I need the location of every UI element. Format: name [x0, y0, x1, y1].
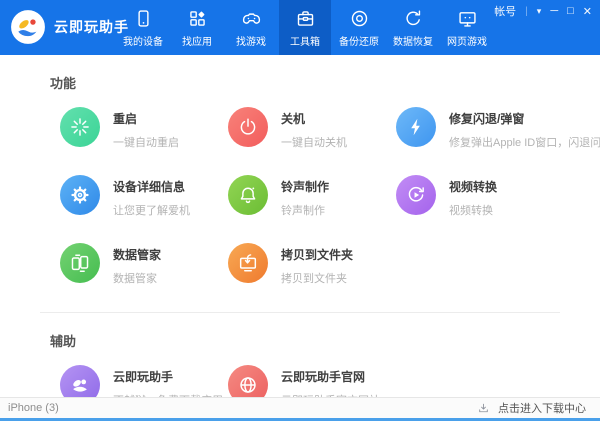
tool-title: 视频转换	[449, 180, 498, 194]
tab-label: 我的设备	[123, 36, 163, 48]
bell-icon	[228, 175, 268, 215]
recover-icon	[403, 8, 424, 29]
video-icon	[396, 175, 436, 215]
tool-title: 重启	[113, 112, 138, 126]
data-icon	[60, 243, 100, 283]
tab-label: 网页游戏	[447, 36, 487, 48]
close-button[interactable]: ✕	[583, 5, 592, 18]
tab-toolbox[interactable]: 工具箱	[279, 0, 331, 55]
restart-icon	[60, 107, 100, 147]
tool-subtitle: 视频转换	[449, 205, 493, 217]
tab-find-games[interactable]: 找游戏	[225, 0, 277, 55]
tab-label: 找应用	[182, 36, 212, 48]
tool-title: 修复闪退/弹窗	[449, 112, 525, 126]
app-logo-icon	[10, 9, 46, 45]
tool-title: 拷贝到文件夹	[281, 248, 354, 262]
tool-subtitle: 让您更了解爱机	[113, 205, 190, 217]
section: 功能 重启 一键自动重启 关机 一键自动关机 修复闪退/弹窗 修复弹出Apple…	[0, 73, 600, 286]
toolbox-icon	[295, 8, 316, 29]
download-icon	[477, 402, 490, 415]
download-center-button[interactable]: 点击进入下载中心	[477, 400, 586, 416]
tool-subtitle: 拷贝到文件夹	[281, 273, 347, 285]
tool-item-assistant[interactable]: 云即玩助手 不越狱，免费下载应用	[60, 365, 228, 397]
status-bar: iPhone (3) 点击进入下载中心	[0, 397, 600, 418]
sections: 功能 重启 一键自动重启 关机 一键自动关机 修复闪退/弹窗 修复弹出Apple…	[0, 73, 600, 397]
tool-subtitle: 数据管家	[113, 273, 157, 285]
dropdown-caret-icon[interactable]: ▾	[537, 6, 542, 17]
tool-subtitle: 修复弹出Apple ID窗口，闪退问题	[449, 137, 600, 149]
tool-title: 云即玩助手	[113, 370, 174, 384]
gamepad-icon	[241, 8, 262, 29]
tool-title: 云即玩助手官网	[281, 370, 366, 384]
tab-my-devices[interactable]: 我的设备	[117, 0, 169, 55]
tool-item-official-site[interactable]: 云即玩助手官网 云即玩助手官方网站	[228, 365, 396, 397]
copy-icon	[228, 243, 268, 283]
tool-subtitle: 一键自动关机	[281, 137, 347, 149]
tool-subtitle: 铃声制作	[281, 205, 325, 217]
tool-item-video-convert[interactable]: 视频转换 视频转换	[396, 175, 564, 218]
tab-label: 备份还原	[339, 36, 379, 48]
device-label: iPhone (3)	[8, 402, 59, 414]
tool-subtitle: 一键自动重启	[113, 137, 179, 149]
tool-item-copy-to-folder[interactable]: 拷贝到文件夹 拷贝到文件夹	[228, 243, 396, 286]
minimize-button[interactable]: ─	[550, 5, 558, 17]
lightning-icon	[396, 107, 436, 147]
phone-icon	[133, 8, 154, 29]
tool-item-fix-crash-popup[interactable]: 修复闪退/弹窗 修复弹出Apple ID窗口，闪退问题	[396, 107, 600, 150]
download-label: 点击进入下载中心	[498, 403, 586, 415]
tab-backup-restore[interactable]: 备份还原	[333, 0, 385, 55]
section-grid: 云即玩助手 不越狱，免费下载应用 云即玩助手官网 云即玩助手官方网站	[60, 365, 600, 397]
apps-icon	[187, 8, 208, 29]
window-controls: 帐号 | ▾ ─ □ ✕	[494, 3, 592, 19]
nav-tabs: 我的设备 找应用 找游戏 工具箱 备份还原 数据恢复 网页游戏	[117, 0, 493, 55]
tool-item-data-manager[interactable]: 数据管家 数据管家	[60, 243, 228, 286]
tool-title: 铃声制作	[281, 180, 330, 194]
assistant-icon	[60, 365, 100, 397]
section-title: 功能	[50, 76, 77, 91]
tool-item-shutdown[interactable]: 关机 一键自动关机	[228, 107, 396, 150]
controls-separator: |	[525, 5, 528, 17]
main-content: 功能 重启 一键自动重启 关机 一键自动关机 修复闪退/弹窗 修复弹出Apple…	[0, 55, 600, 397]
section-divider	[40, 312, 560, 313]
maximize-button[interactable]: □	[567, 5, 574, 17]
app-window: 云即玩助手 我的设备 找应用 找游戏 工具箱 备份还原 数据恢复 网页游戏 帐号…	[0, 0, 600, 421]
tab-data-recovery[interactable]: 数据恢复	[387, 0, 439, 55]
account-button[interactable]: 帐号	[494, 3, 516, 19]
tool-title: 设备详细信息	[113, 180, 186, 194]
tool-item-device-info[interactable]: 设备详细信息 让您更了解爱机	[60, 175, 228, 218]
header: 云即玩助手 我的设备 找应用 找游戏 工具箱 备份还原 数据恢复 网页游戏 帐号…	[0, 0, 600, 55]
section-grid: 重启 一键自动重启 关机 一键自动关机 修复闪退/弹窗 修复弹出Apple ID…	[60, 107, 600, 286]
tab-label: 工具箱	[290, 36, 320, 48]
tool-title: 关机	[281, 112, 306, 126]
tool-title: 数据管家	[113, 248, 162, 262]
globe-icon	[228, 365, 268, 397]
tool-item-ringtone-maker[interactable]: 铃声制作 铃声制作	[228, 175, 396, 218]
tool-item-restart[interactable]: 重启 一键自动重启	[60, 107, 228, 150]
tab-label: 数据恢复	[393, 36, 433, 48]
brand: 云即玩助手	[10, 9, 129, 45]
gear-icon	[60, 175, 100, 215]
webgame-icon	[457, 8, 478, 29]
power-icon	[228, 107, 268, 147]
section: 辅助 云即玩助手 不越狱，免费下载应用 云即玩助手官网 云即玩助手官方网站	[0, 331, 600, 397]
tab-web-games[interactable]: 网页游戏	[441, 0, 493, 55]
backup-icon	[349, 8, 370, 29]
section-title: 辅助	[50, 334, 77, 349]
tab-label: 找游戏	[236, 36, 266, 48]
tab-find-apps[interactable]: 找应用	[171, 0, 223, 55]
